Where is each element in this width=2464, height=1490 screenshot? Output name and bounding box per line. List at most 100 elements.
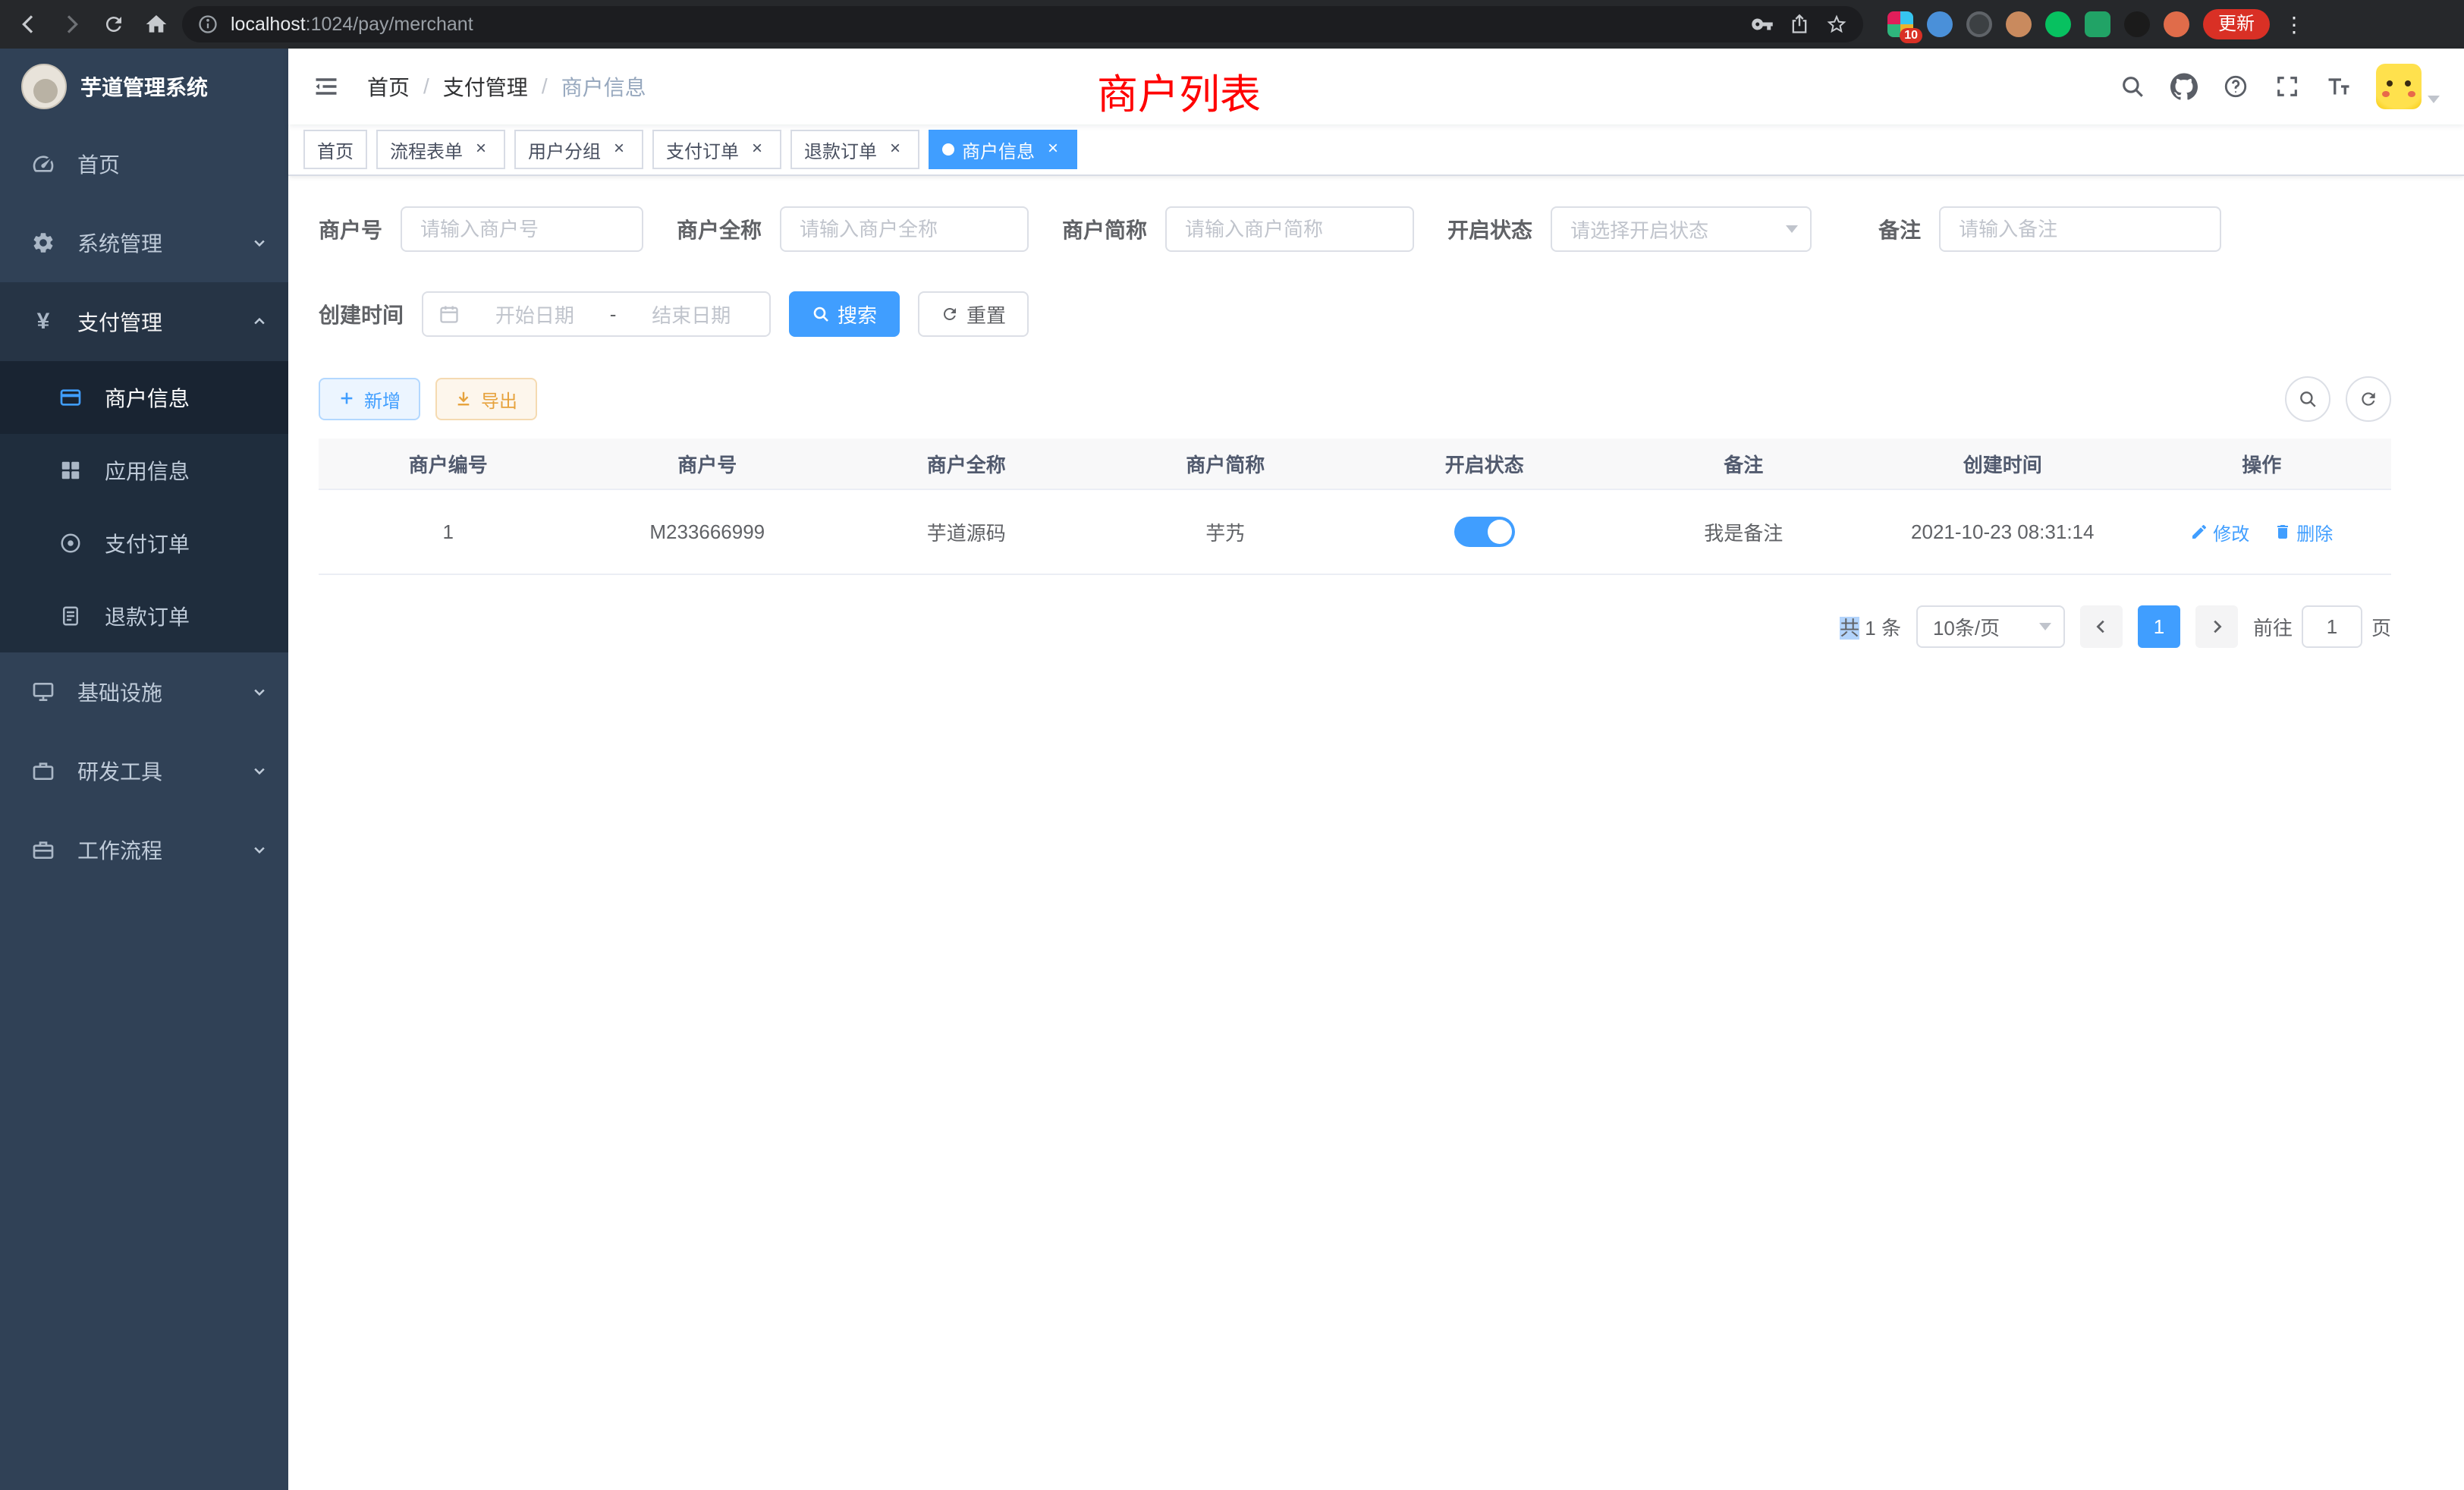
- sidebar-item-app-info[interactable]: 应用信息: [0, 434, 288, 507]
- bookmark-star-icon[interactable]: [1825, 13, 1848, 36]
- sidebar-item-system[interactable]: 系统管理: [0, 203, 288, 282]
- merchant-table: 商户编号 商户号 商户全称 商户简称 开启状态 备注 创建时间 操作 1 M23…: [319, 439, 2391, 575]
- cell-short-name: 芋艿: [1096, 490, 1356, 575]
- sidebar-item-label: 应用信息: [105, 455, 190, 486]
- browser-reload-icon[interactable]: [97, 8, 130, 41]
- filter-full-name: 商户全称: [677, 206, 1029, 252]
- prev-page-button[interactable]: [2080, 605, 2123, 648]
- tab-close-icon[interactable]: ×: [470, 139, 492, 160]
- search-button[interactable]: 搜索: [789, 291, 900, 337]
- screen: localhost:1024/pay/merchant 10: [0, 0, 2464, 1490]
- tab-label: 商户信息: [962, 137, 1035, 163]
- merchant-no-input[interactable]: [401, 206, 643, 252]
- tab-close-icon[interactable]: ×: [1042, 139, 1064, 160]
- sidebar-item-payment[interactable]: ¥ 支付管理: [0, 282, 288, 361]
- refresh-table-button[interactable]: [2346, 376, 2391, 422]
- table-settings: [2285, 376, 2391, 422]
- chevron-up-icon: [252, 314, 267, 329]
- breadcrumb-home[interactable]: 首页: [367, 71, 410, 102]
- tab-close-icon[interactable]: ×: [746, 139, 768, 160]
- page-number-button[interactable]: 1: [2138, 605, 2180, 648]
- extension-icon-dark[interactable]: [1966, 11, 1992, 37]
- sidebar-item-home[interactable]: 首页: [0, 124, 288, 203]
- tab-merchant-info[interactable]: 商户信息 ×: [929, 130, 1077, 169]
- sidebar-logo[interactable]: 芋道管理系统: [0, 49, 288, 124]
- fullscreen-icon[interactable]: [2273, 72, 2302, 101]
- browser-back-icon[interactable]: [12, 8, 46, 41]
- tab-refund-order[interactable]: 退款订单 ×: [790, 130, 919, 169]
- reset-button[interactable]: 重置: [918, 291, 1029, 337]
- date-end-placeholder: 结束日期: [628, 300, 754, 328]
- sidebar-item-dev-tools[interactable]: 研发工具: [0, 731, 288, 810]
- remark-input[interactable]: [1939, 206, 2221, 252]
- page-size-select[interactable]: 10条/页: [1916, 605, 2065, 648]
- tab-process-form[interactable]: 流程表单 ×: [376, 130, 505, 169]
- sidebar-item-label: 系统管理: [77, 228, 162, 258]
- extension-icon-black[interactable]: [2124, 11, 2150, 37]
- add-button[interactable]: 新增: [319, 378, 420, 420]
- download-icon: [455, 390, 473, 408]
- tab-user-group[interactable]: 用户分组 ×: [514, 130, 643, 169]
- page-jumper: 前往 页: [2253, 605, 2391, 648]
- browser-home-icon[interactable]: [140, 8, 173, 41]
- help-icon[interactable]: [2221, 72, 2250, 101]
- extension-icon-green-circle[interactable]: [2045, 11, 2071, 37]
- breadcrumb-current: 商户信息: [561, 71, 646, 102]
- extension-icon-grid[interactable]: 10: [1887, 11, 1913, 37]
- browser-forward-icon[interactable]: [55, 8, 88, 41]
- filter-label: 开启状态: [1447, 214, 1532, 244]
- goto-page-input[interactable]: [2302, 605, 2362, 648]
- sidebar-item-pay-order[interactable]: 支付订单: [0, 507, 288, 580]
- cell-merchant-no: M233666999: [578, 490, 838, 575]
- toggle-search-button[interactable]: [2285, 376, 2330, 422]
- col-header-remark: 备注: [1614, 439, 1874, 490]
- edit-link-label: 修改: [2213, 519, 2249, 545]
- sidebar-item-infrastructure[interactable]: 基础设施: [0, 652, 288, 731]
- dashboard-icon: [30, 151, 56, 177]
- font-size-icon[interactable]: [2324, 72, 2353, 101]
- chevron-down-icon: [252, 763, 267, 778]
- user-avatar-menu[interactable]: [2376, 64, 2440, 109]
- col-header-short-name: 商户简称: [1096, 439, 1356, 490]
- status-toggle[interactable]: [1454, 517, 1515, 547]
- breadcrumb-payment[interactable]: 支付管理: [443, 71, 528, 102]
- tags-view-bar: 首页 流程表单 × 用户分组 × 支付订单 × 退款订单 ×: [288, 124, 2464, 176]
- trash-icon: [2274, 523, 2292, 541]
- export-button[interactable]: 导出: [435, 378, 537, 420]
- filter-label: 创建时间: [319, 299, 404, 329]
- sidebar-item-merchant-info[interactable]: 商户信息: [0, 361, 288, 434]
- col-header-create-time: 创建时间: [1873, 439, 2132, 490]
- extension-icon-green-square[interactable]: [2085, 11, 2110, 37]
- browser-extensions-area: 10 更新 ⋮: [1887, 9, 2311, 39]
- cell-actions: 修改 删除: [2132, 490, 2392, 575]
- hamburger-icon[interactable]: [313, 71, 343, 102]
- tab-close-icon[interactable]: ×: [608, 139, 630, 160]
- goto-label: 前往: [2253, 613, 2293, 641]
- extension-icon-blue[interactable]: [1927, 11, 1953, 37]
- tab-pay-order[interactable]: 支付订单 ×: [652, 130, 781, 169]
- github-icon[interactable]: [2170, 72, 2198, 101]
- extension-icon-orange-avatar[interactable]: [2164, 11, 2189, 37]
- status-select[interactable]: 请选择开启状态: [1551, 206, 1812, 252]
- tab-label: 首页: [317, 137, 354, 163]
- share-icon[interactable]: [1789, 14, 1810, 35]
- password-key-icon[interactable]: [1751, 13, 1774, 36]
- chevron-down-icon: [252, 684, 267, 699]
- sidebar-item-workflow[interactable]: 工作流程: [0, 810, 288, 889]
- tab-home[interactable]: 首页: [303, 130, 367, 169]
- tab-close-icon[interactable]: ×: [885, 139, 906, 160]
- date-range-picker[interactable]: 开始日期 - 结束日期: [422, 291, 771, 337]
- browser-update-button[interactable]: 更新: [2203, 9, 2270, 39]
- edit-link[interactable]: 修改: [2190, 519, 2249, 545]
- browser-address-bar[interactable]: localhost:1024/pay/merchant: [182, 6, 1863, 42]
- delete-link[interactable]: 删除: [2274, 519, 2333, 545]
- next-page-button[interactable]: [2195, 605, 2238, 648]
- extension-icon-avatar[interactable]: [2006, 11, 2032, 37]
- sidebar-item-refund-order[interactable]: 退款订单: [0, 580, 288, 652]
- cell-full-name: 芋道源码: [837, 490, 1096, 575]
- full-name-input[interactable]: [780, 206, 1029, 252]
- short-name-input[interactable]: [1165, 206, 1414, 252]
- site-info-icon[interactable]: [197, 14, 218, 35]
- browser-menu-icon[interactable]: ⋮: [2283, 12, 2305, 37]
- header-search-icon[interactable]: [2118, 72, 2147, 101]
